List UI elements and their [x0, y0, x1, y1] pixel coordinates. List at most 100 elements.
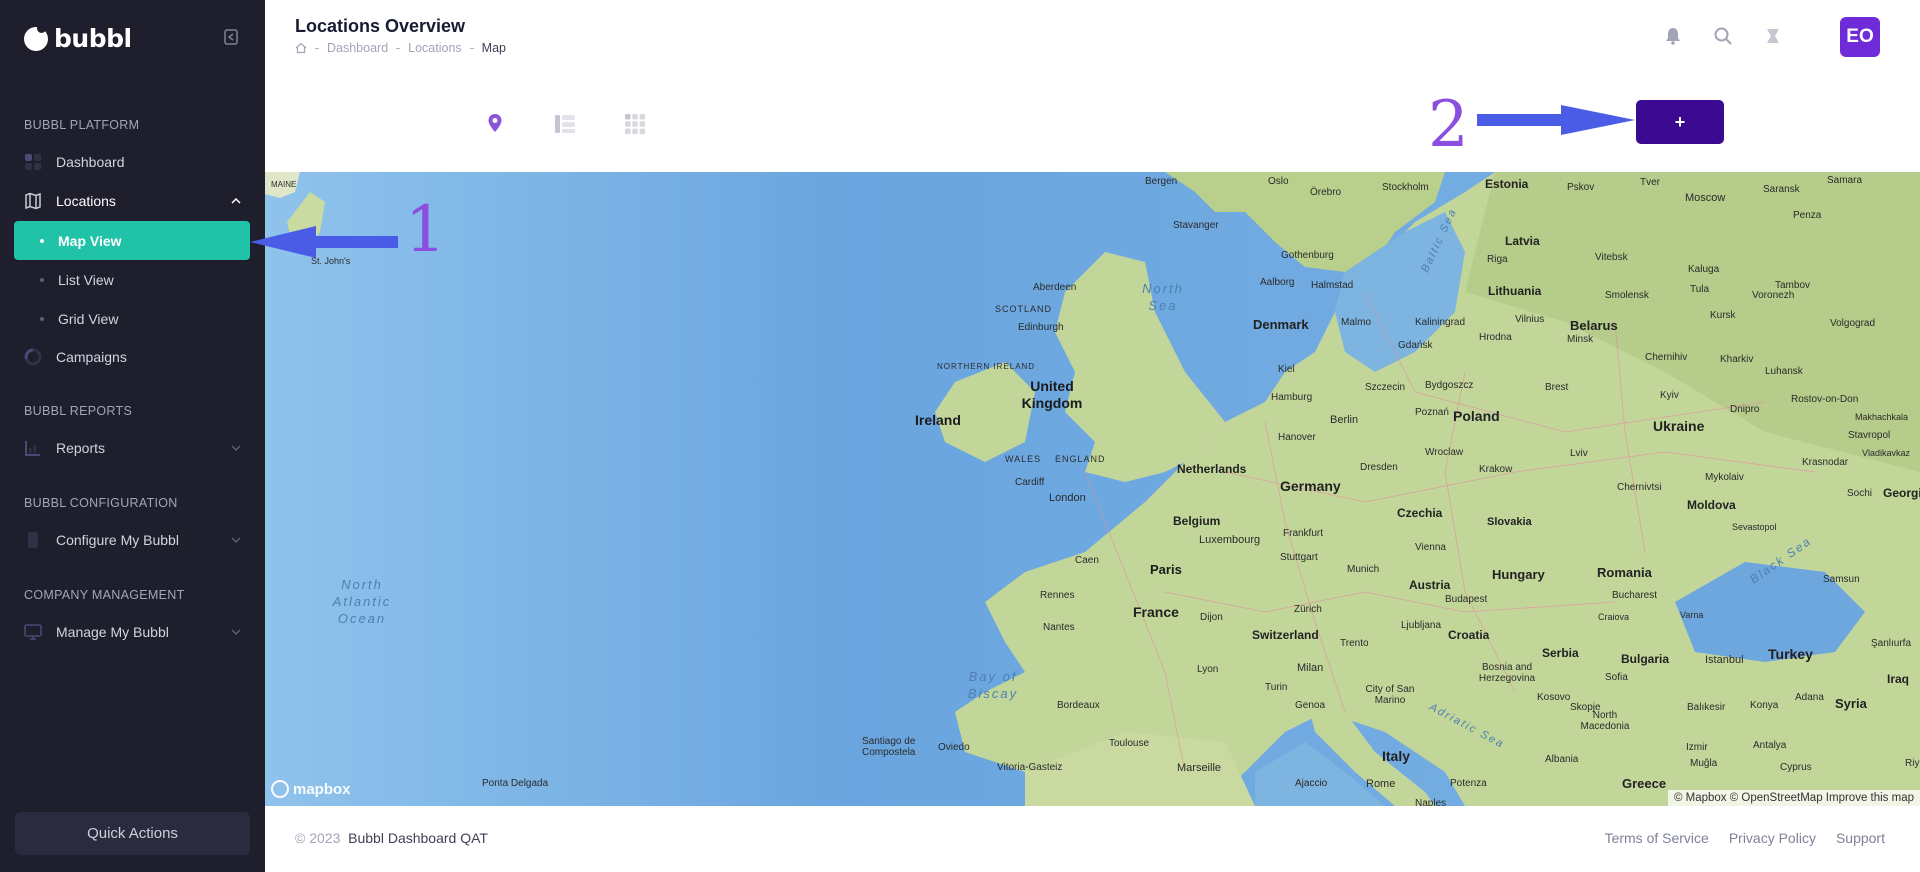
map-label: Chernivtsi	[1617, 482, 1662, 493]
map-label: Aalborg	[1260, 277, 1295, 288]
sidebar-collapse-icon[interactable]	[222, 28, 240, 46]
map-label: Stavropol	[1848, 430, 1891, 441]
map-label: Trento	[1340, 638, 1369, 649]
map-label: Rostov-on-Don	[1791, 394, 1859, 405]
theme-toggle-icon[interactable]	[1763, 26, 1783, 46]
map-label: MAINE	[271, 180, 297, 189]
sidebar-item-manage[interactable]: Manage My Bubbl	[24, 621, 169, 643]
privacy-link[interactable]: Privacy Policy	[1729, 830, 1816, 846]
map-label: Oslo	[1268, 176, 1289, 187]
map-label: Lviv	[1570, 448, 1588, 459]
chevron-down-icon[interactable]	[231, 535, 241, 545]
map-label: Şanlıurfa	[1871, 638, 1912, 649]
map-pin-view-icon[interactable]	[484, 112, 506, 134]
map-label: Greece	[1622, 776, 1667, 791]
map-label: Syria	[1835, 696, 1867, 711]
mapbox-logo-text: mapbox	[293, 780, 351, 798]
sidebar-item-label: Reports	[56, 440, 106, 456]
breadcrumb-item[interactable]: Dashboard	[327, 41, 388, 55]
breadcrumb-separator	[396, 47, 401, 49]
map-label: Vladikavkaz	[1862, 448, 1911, 458]
support-link[interactable]: Support	[1836, 830, 1885, 846]
add-location-button[interactable]: +	[1636, 100, 1724, 144]
mapbox-logo[interactable]: mapbox	[271, 780, 351, 798]
map-label: Kharkiv	[1720, 354, 1754, 365]
map-label: Pskov	[1567, 182, 1595, 193]
home-icon[interactable]	[295, 42, 307, 54]
map-label: Vienna	[1415, 542, 1446, 553]
map-label: Berlin	[1330, 414, 1359, 426]
map-label: Gdańsk	[1398, 340, 1433, 351]
company-name[interactable]: Bubbl Dashboard QAT	[348, 830, 488, 846]
sidebar-item-dashboard[interactable]: Dashboard	[24, 151, 125, 173]
terms-link[interactable]: Terms of Service	[1605, 830, 1709, 846]
map-label: Toulouse	[1109, 738, 1150, 749]
map-label: Kyiv	[1660, 390, 1679, 401]
sidebar-item-grid-view[interactable]: Grid View	[14, 299, 250, 338]
chevron-down-icon[interactable]	[231, 627, 241, 637]
map-label: Bucharest	[1612, 590, 1658, 601]
sidebar-item-list-view[interactable]: List View	[14, 260, 250, 299]
map-label: Budapest	[1445, 594, 1488, 605]
map-label: Chernihiv	[1645, 352, 1688, 363]
map-label: Lithuania	[1488, 284, 1542, 298]
sidebar-item-map-view[interactable]: Map View	[14, 221, 250, 260]
quick-actions-button[interactable]: Quick Actions	[15, 812, 250, 855]
map-label: Varna	[1680, 610, 1704, 620]
map-label: Rennes	[1040, 590, 1075, 601]
map-label: France	[1133, 604, 1179, 620]
map-label: Aberdeen	[1033, 282, 1077, 293]
map-label: Poznań	[1415, 407, 1449, 418]
grid-view-icon[interactable]	[624, 113, 646, 135]
sidebar-item-configure[interactable]: Configure My Bubbl	[24, 529, 179, 551]
chevron-down-icon[interactable]	[231, 443, 241, 453]
map-label: Smolensk	[1605, 290, 1649, 301]
breadcrumb-item[interactable]: Locations	[408, 41, 462, 55]
map-label: Santiago de Compostela	[862, 736, 916, 758]
search-icon[interactable]	[1713, 26, 1733, 46]
map-label: Izmir	[1686, 742, 1708, 753]
map-label: Hanover	[1278, 432, 1316, 443]
map-label: Sofia	[1605, 672, 1628, 683]
map-label: Poland	[1453, 408, 1500, 424]
map-label: Albania	[1545, 754, 1579, 765]
map-label: North Macedonia	[1580, 710, 1630, 732]
copyright-year: © 2023	[295, 830, 341, 846]
user-avatar[interactable]: EO	[1840, 17, 1880, 57]
list-view-icon[interactable]	[554, 113, 576, 135]
map-label: Genoa	[1295, 700, 1326, 711]
map-label: Örebro	[1310, 187, 1342, 198]
map-attribution[interactable]: © Mapbox © OpenStreetMap Improve this ma…	[1667, 790, 1920, 806]
map-label: Stuttgart	[1280, 552, 1318, 563]
map-label: WALES	[1005, 454, 1042, 464]
map-label: Samara	[1827, 175, 1863, 186]
map-label: Frankfurt	[1283, 528, 1324, 539]
map-canvas[interactable]: MAINE St. John's Bergen Oslo Örebro Stoc…	[265, 172, 1920, 806]
map-label: Milan	[1297, 662, 1324, 674]
annotation-number-1: 1	[405, 193, 446, 267]
brand-logo[interactable]: bubbl	[24, 23, 132, 53]
notification-bell-icon[interactable]	[1663, 26, 1683, 46]
sidebar-item-campaigns[interactable]: Campaigns	[24, 346, 127, 368]
map-label: Tula	[1690, 284, 1710, 295]
map-label: Penza	[1793, 210, 1822, 221]
map-label: Belgium	[1173, 514, 1221, 528]
sidebar-item-reports[interactable]: Reports	[24, 437, 105, 459]
map-label: Vitebsk	[1595, 252, 1628, 263]
sidebar-item-label: Manage My Bubbl	[56, 624, 169, 640]
bullet-icon	[40, 316, 44, 321]
chevron-up-icon[interactable]	[231, 196, 241, 206]
map-label: Denmark	[1253, 317, 1309, 332]
map-label: Kiel	[1278, 364, 1295, 375]
map-label: Riga	[1487, 254, 1508, 265]
map-label: Ireland	[915, 412, 961, 428]
map-label: Croatia	[1448, 628, 1490, 642]
sidebar-item-locations[interactable]: Locations	[24, 190, 116, 212]
map-label: Balıkesir	[1687, 702, 1726, 713]
map-label: Serbia	[1542, 646, 1579, 660]
map-label: Bergen	[1145, 176, 1178, 187]
map-label: Zürich	[1294, 604, 1322, 615]
map-label: Romania	[1597, 565, 1652, 580]
map-label: Iraq	[1887, 672, 1910, 686]
map-label: Germany	[1280, 478, 1341, 494]
